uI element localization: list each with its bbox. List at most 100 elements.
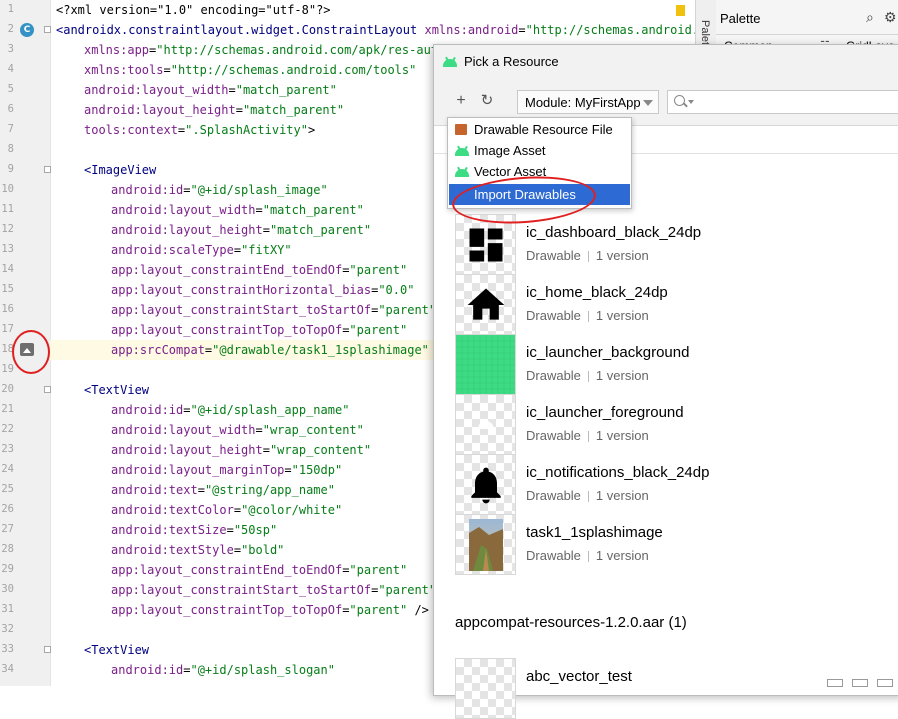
code-token: <ImageView — [84, 163, 157, 177]
resource-type: Drawable — [526, 248, 581, 263]
code-token: "parent" — [349, 263, 408, 277]
code-line[interactable]: 18 app:srcCompat="@drawable/task1_1splash… — [1, 340, 443, 360]
code-token: = — [228, 83, 236, 97]
line-number: 4 — [7, 63, 14, 75]
code-token: "match_parent" — [262, 203, 364, 217]
line-number: 26 — [1, 503, 14, 515]
code-text: <?xml version="1.0" encoding="utf-8"?> — [56, 3, 331, 17]
code-token: app:layout_constraintEnd_toEndOf — [111, 563, 343, 577]
resource-row[interactable]: ic_launcher_background Drawable 1 version — [455, 334, 895, 395]
line-number: 9 — [7, 163, 14, 175]
resource-name: ic_dashboard_black_24dp — [526, 224, 702, 241]
code-text: <ImageView — [84, 163, 156, 177]
code-text: app:layout_constraintEnd_toEndOf="parent… — [111, 563, 407, 577]
code-token: = — [235, 103, 243, 117]
code-token: = — [233, 503, 242, 517]
search-input[interactable] — [667, 90, 898, 114]
code-text: android:textColor="@color/white" — [111, 503, 342, 517]
code-token: android:scaleType — [111, 243, 234, 257]
code-text: android:layout_width="match_parent" — [111, 203, 364, 217]
code-text: <TextView — [84, 383, 149, 397]
code-token: android:layout_height — [84, 103, 236, 117]
chevron-down-icon — [643, 100, 653, 106]
code-token: android:textSize — [111, 523, 227, 537]
code-token: app:layout_constraintHorizontal_bias — [111, 283, 372, 297]
code-token: android:layout_width — [84, 83, 229, 97]
code-text: android:layout_marginTop="150dp" — [111, 463, 342, 477]
list-item[interactable]: abc_vector_test — [455, 658, 895, 719]
code-token: "wrap_content" — [269, 443, 372, 457]
resource-row[interactable]: ic_notifications_black_24dp Drawable 1 ver… — [455, 454, 895, 515]
fold-icon[interactable] — [44, 26, 51, 33]
code-token: = — [284, 463, 292, 477]
view-toggle-bar — [825, 676, 898, 687]
line-number: 19 — [1, 363, 14, 375]
line-number: 1 — [7, 3, 14, 15]
resource-name: ic_launcher_foreground — [526, 404, 684, 421]
module-select[interactable]: Module: MyFirstApp — [517, 90, 659, 114]
fold-icon[interactable] — [44, 166, 51, 173]
settings-icon[interactable]: ⚙ — [884, 9, 897, 26]
resource-meta: Drawable 1 version — [526, 248, 649, 263]
code-text: android:layout_width="wrap_content" — [111, 423, 364, 437]
fold-icon[interactable] — [44, 386, 51, 393]
code-text: app:layout_constraintStart_toStartOf="pa… — [111, 303, 436, 317]
resource-name: ic_home_black_24dp — [526, 284, 668, 301]
code-token: = — [163, 63, 171, 77]
code-token: <?xml version="1.0" encoding="utf-8"?> — [56, 3, 331, 17]
line-number: 10 — [1, 183, 14, 195]
search-options-icon — [688, 100, 694, 104]
search-icon[interactable]: ⌕ — [866, 9, 874, 26]
code-text: android:id="@+id/splash_slogan" — [111, 663, 335, 677]
code-text: android:textSize="50sp" — [111, 523, 277, 537]
resource-versions: 1 version — [595, 488, 649, 503]
code-token: "@string/app_name" — [204, 483, 335, 497]
code-token: android:textStyle — [111, 543, 234, 557]
code-token: "150dp" — [291, 463, 343, 477]
android-icon — [455, 166, 469, 177]
code-token: "parent" — [349, 603, 408, 617]
code-token: android:text — [111, 483, 198, 497]
line-number: 2 — [7, 23, 14, 35]
code-token: "http://schemas.android.com/tools" — [170, 63, 417, 77]
code-text: app:layout_constraintTop_toTopOf="parent… — [111, 603, 429, 617]
class-badge-icon[interactable]: C — [20, 23, 34, 37]
resource-row[interactable]: ic_launcher_foreground Drawable 1 version — [455, 394, 895, 455]
resource-row[interactable]: ic_home_black_24dp Drawable 1 version — [455, 274, 895, 335]
code-token: <androidx.constraintlayout.widget.Constr… — [56, 23, 425, 37]
warning-marker-icon[interactable] — [676, 5, 685, 16]
menu-item-image-asset[interactable]: Image Asset — [449, 140, 630, 161]
menu-item-drawable-resource-file[interactable]: Drawable Resource File — [449, 119, 630, 140]
android-icon — [443, 56, 457, 67]
line-number: 5 — [7, 83, 14, 95]
drawable-file-icon — [455, 124, 467, 135]
code-token: app:layout_constraintStart_toStartOf — [111, 303, 372, 317]
code-text: app:srcCompat="@drawable/task1_1splashim… — [111, 343, 443, 357]
meta-separator — [587, 311, 589, 323]
code-text: android:id="@+id/splash_image" — [111, 183, 328, 197]
code-text: android:layout_height="wrap_content" — [111, 443, 371, 457]
line-number: 6 — [7, 103, 14, 115]
menu-item-label: Image Asset — [474, 143, 546, 158]
resource-versions: 1 version — [595, 248, 649, 263]
code-text: android:layout_height="match_parent" — [84, 103, 344, 117]
add-icon[interactable]: + — [453, 93, 469, 109]
fold-icon[interactable] — [44, 646, 51, 653]
line-number: 15 — [1, 283, 14, 295]
code-token: android:id — [111, 183, 184, 197]
code-token: "wrap_content" — [262, 423, 364, 437]
code-token: app:layout_constraintStart_toStartOf — [111, 583, 372, 597]
code-token: android:layout_width — [111, 203, 256, 217]
code-token: "@color/white" — [241, 503, 343, 517]
line-number: 32 — [1, 623, 14, 635]
code-token: "50sp" — [233, 523, 278, 537]
code-text: android:textStyle="bold" — [111, 543, 284, 557]
line-number: 8 — [7, 143, 14, 155]
code-text: <androidx.constraintlayout.widget.Constr… — [56, 23, 713, 37]
resource-type: Drawable — [526, 428, 581, 443]
refresh-icon[interactable]: ↻ — [479, 93, 495, 109]
resource-meta: Drawable 1 version — [526, 548, 649, 563]
resource-row[interactable]: task1_1splashimage Drawable 1 version — [455, 514, 895, 575]
code-token: xmlns:tools — [84, 63, 164, 77]
code-text: <TextView — [84, 643, 149, 657]
